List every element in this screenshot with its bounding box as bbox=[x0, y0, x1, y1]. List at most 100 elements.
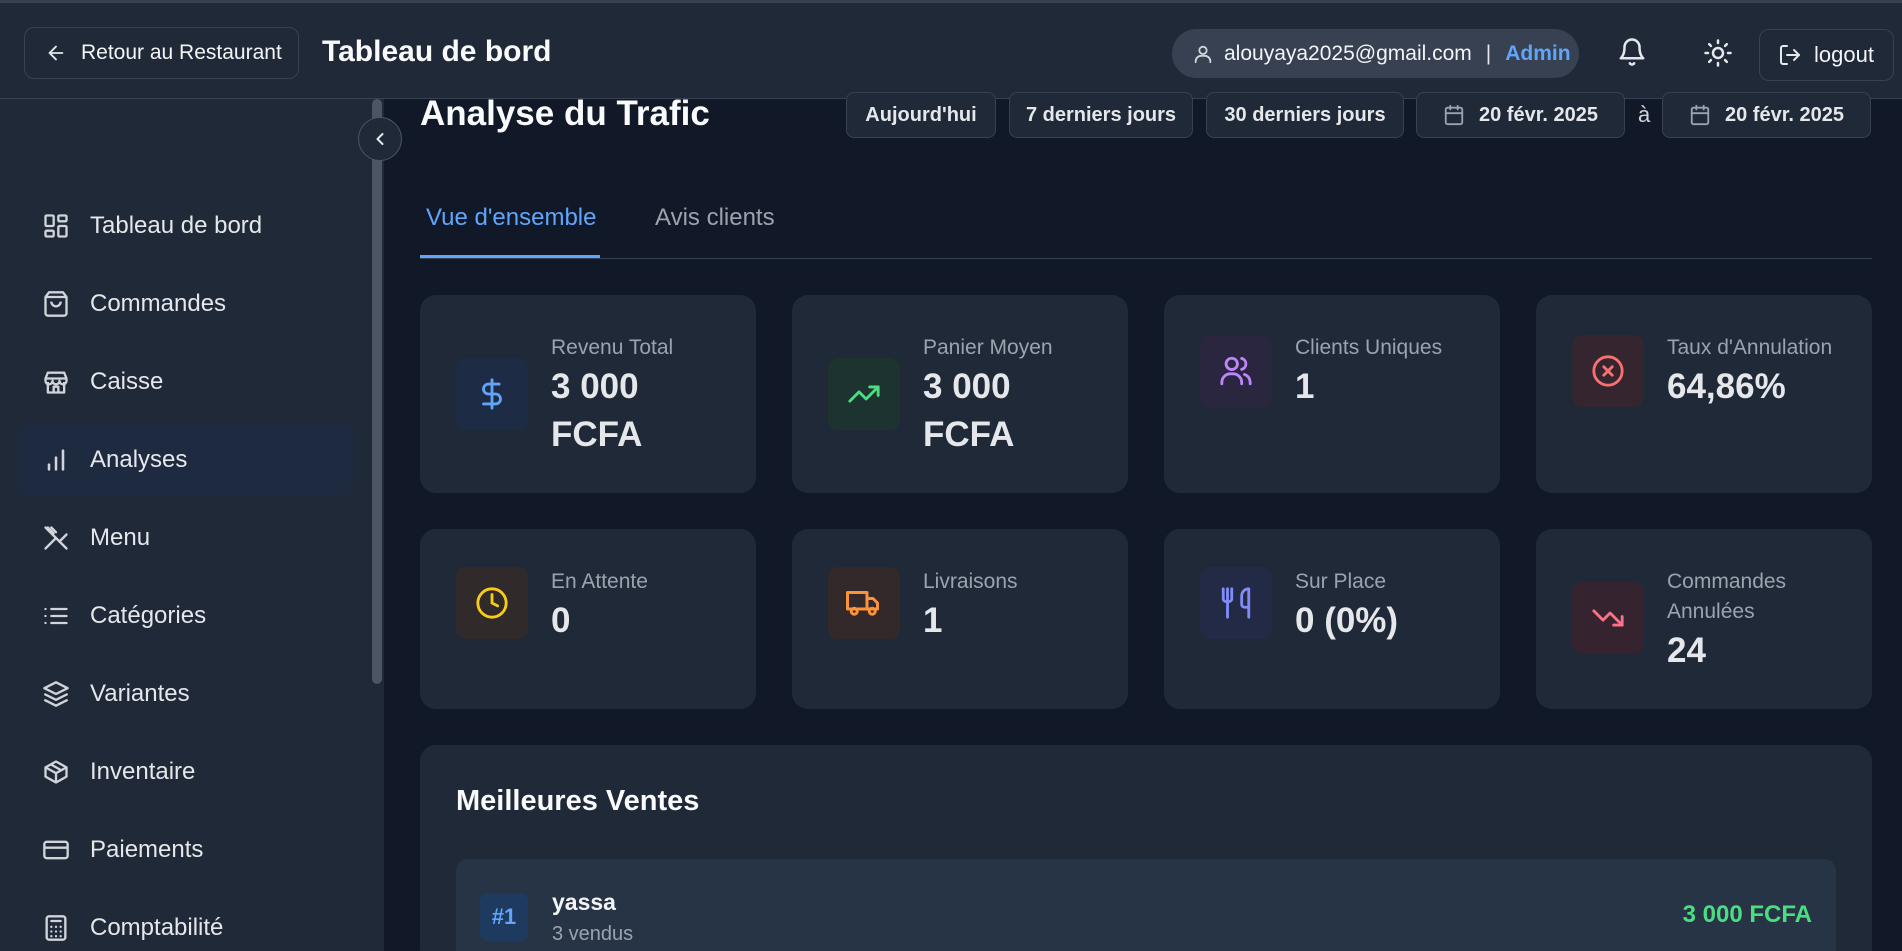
stat-label: Panier Moyen bbox=[923, 336, 1053, 359]
stat-value: 3 000 bbox=[923, 367, 1011, 406]
utensils-icon bbox=[1200, 567, 1272, 639]
back-to-restaurant-button[interactable]: Retour au Restaurant bbox=[24, 27, 299, 79]
sidebar-collapse-button[interactable] bbox=[358, 117, 402, 161]
x-circle-icon bbox=[1572, 335, 1644, 407]
stat-label: Revenu Total bbox=[551, 336, 674, 359]
store-icon bbox=[42, 368, 70, 396]
sidebar-item-label: Caisse bbox=[90, 368, 164, 395]
stat-card-cancellation-rate: Taux d'Annulation 64,86% bbox=[1536, 295, 1872, 493]
sidebar-item-inventaire[interactable]: Inventaire bbox=[18, 736, 354, 808]
user-email: alouyaya2025@gmail.com bbox=[1224, 41, 1472, 65]
stat-card-dine-in: Sur Place 0 (0%) bbox=[1164, 529, 1500, 709]
range-7-days-button[interactable]: 7 derniers jours bbox=[1009, 92, 1193, 138]
list-icon bbox=[42, 602, 70, 630]
stat-value: 0 (0%) bbox=[1295, 601, 1399, 640]
sidebar-item-label: Commandes bbox=[90, 290, 227, 317]
credit-card-icon bbox=[42, 836, 70, 864]
stat-value: 1 bbox=[1295, 367, 1315, 406]
range-7-days-label: 7 derniers jours bbox=[1025, 103, 1177, 126]
sidebar-item-comptabilite[interactable]: Comptabilité bbox=[18, 892, 354, 951]
best-sellers-panel: Meilleures Ventes #1 yassa 3 vendus 3 00… bbox=[420, 745, 1872, 951]
stat-card-average-basket: Panier Moyen 3 000 FCFA bbox=[792, 295, 1128, 493]
sidebar-item-label: Catégories bbox=[90, 602, 207, 629]
product-name: yassa bbox=[552, 889, 616, 915]
stat-label-line2: Annulées bbox=[1667, 600, 1755, 623]
arrow-left-icon bbox=[45, 42, 67, 64]
active-tab-indicator bbox=[420, 255, 600, 258]
sidebar-item-categories[interactable]: Catégories bbox=[18, 580, 354, 652]
back-button-label: Retour au Restaurant bbox=[81, 41, 282, 64]
stat-card-pending: En Attente 0 bbox=[420, 529, 756, 709]
trending-down-icon bbox=[1572, 582, 1644, 654]
chevron-left-icon bbox=[370, 129, 390, 149]
trending-up-icon bbox=[828, 358, 900, 430]
layers-icon bbox=[42, 680, 70, 708]
user-account-pill[interactable]: alouyaya2025@gmail.com | Admin bbox=[1172, 29, 1579, 78]
tab-customer-reviews[interactable]: Avis clients bbox=[655, 204, 775, 232]
dollar-icon bbox=[456, 358, 528, 430]
range-today-label: Aujourd'hui bbox=[865, 103, 977, 126]
end-date-picker[interactable]: 20 févr. 2025 bbox=[1662, 92, 1871, 138]
start-date-value: 20 févr. 2025 bbox=[1479, 103, 1598, 126]
stat-card-unique-customers: Clients Uniques 1 bbox=[1164, 295, 1500, 493]
sidebar: Tableau de bord Commandes Caisse Analyse… bbox=[0, 99, 384, 951]
calendar-icon bbox=[1689, 104, 1711, 126]
sidebar-item-commandes[interactable]: Commandes bbox=[18, 268, 354, 340]
sidebar-item-tableau-de-bord[interactable]: Tableau de bord bbox=[18, 190, 354, 262]
sidebar-item-analyses[interactable]: Analyses bbox=[18, 424, 354, 496]
package-icon bbox=[42, 758, 70, 786]
top-bar: Retour au Restaurant Tableau de bord alo… bbox=[0, 0, 1902, 99]
product-revenue: 3 000 FCFA bbox=[1682, 901, 1812, 928]
users-icon bbox=[1200, 335, 1272, 407]
best-sellers-title: Meilleures Ventes bbox=[456, 785, 700, 817]
sidebar-item-variantes[interactable]: Variantes bbox=[18, 658, 354, 730]
rank-badge: #1 bbox=[480, 893, 528, 941]
sidebar-item-label: Inventaire bbox=[90, 758, 196, 785]
sidebar-item-paiements[interactable]: Paiements bbox=[18, 814, 354, 886]
truck-icon bbox=[828, 567, 900, 639]
tab-overview[interactable]: Vue d'ensemble bbox=[426, 204, 596, 232]
logout-button[interactable]: logout bbox=[1759, 29, 1894, 81]
sidebar-item-label: Tableau de bord bbox=[90, 212, 263, 239]
tabs-divider bbox=[420, 258, 1872, 259]
shopping-bag-icon bbox=[42, 290, 70, 318]
stat-value: 0 bbox=[551, 601, 571, 640]
calendar-icon bbox=[1443, 104, 1465, 126]
stat-card-cancelled-orders: Commandes Annulées 24 bbox=[1536, 529, 1872, 709]
stat-label: Commandes bbox=[1667, 570, 1787, 593]
user-separator: | bbox=[1485, 41, 1492, 65]
sidebar-item-caisse[interactable]: Caisse bbox=[18, 346, 354, 418]
stat-value-unit: FCFA bbox=[551, 415, 643, 454]
sidebar-item-label: Comptabilité bbox=[90, 914, 224, 941]
stat-value: 64,86% bbox=[1667, 367, 1786, 406]
range-30-days-button[interactable]: 30 derniers jours bbox=[1206, 92, 1404, 138]
analytics-title: Analyse du Trafic bbox=[420, 94, 710, 133]
log-out-icon bbox=[1778, 43, 1802, 67]
bell-icon[interactable] bbox=[1617, 37, 1647, 67]
units-sold: 3 vendus bbox=[552, 923, 634, 945]
utensils-crossed-icon bbox=[42, 524, 70, 552]
sidebar-item-label: Analyses bbox=[90, 446, 188, 473]
best-seller-row[interactable]: #1 yassa 3 vendus 3 000 FCFA bbox=[456, 859, 1836, 951]
sidebar-item-menu[interactable]: Menu bbox=[18, 502, 354, 574]
stat-card-deliveries: Livraisons 1 bbox=[792, 529, 1128, 709]
sidebar-scrollbar[interactable] bbox=[372, 99, 382, 684]
stat-value: 24 bbox=[1667, 631, 1706, 670]
sidebar-item-label: Menu bbox=[90, 524, 151, 551]
stat-value-unit: FCFA bbox=[923, 415, 1015, 454]
stat-label: En Attente bbox=[551, 570, 648, 593]
clock-icon bbox=[456, 567, 528, 639]
end-date-value: 20 févr. 2025 bbox=[1725, 103, 1844, 126]
range-today-button[interactable]: Aujourd'hui bbox=[846, 92, 996, 138]
start-date-picker[interactable]: 20 févr. 2025 bbox=[1416, 92, 1625, 138]
sidebar-item-label: Variantes bbox=[90, 680, 190, 707]
range-30-days-label: 30 derniers jours bbox=[1224, 103, 1386, 126]
stat-label: Livraisons bbox=[923, 570, 1018, 593]
stat-label: Sur Place bbox=[1295, 570, 1387, 593]
logout-label: logout bbox=[1814, 42, 1874, 67]
sun-icon[interactable] bbox=[1703, 38, 1733, 68]
page-title: Tableau de bord bbox=[322, 35, 552, 68]
layout-grid-icon bbox=[42, 212, 70, 240]
stat-value: 3 000 bbox=[551, 367, 639, 406]
sidebar-item-label: Paiements bbox=[90, 836, 204, 863]
